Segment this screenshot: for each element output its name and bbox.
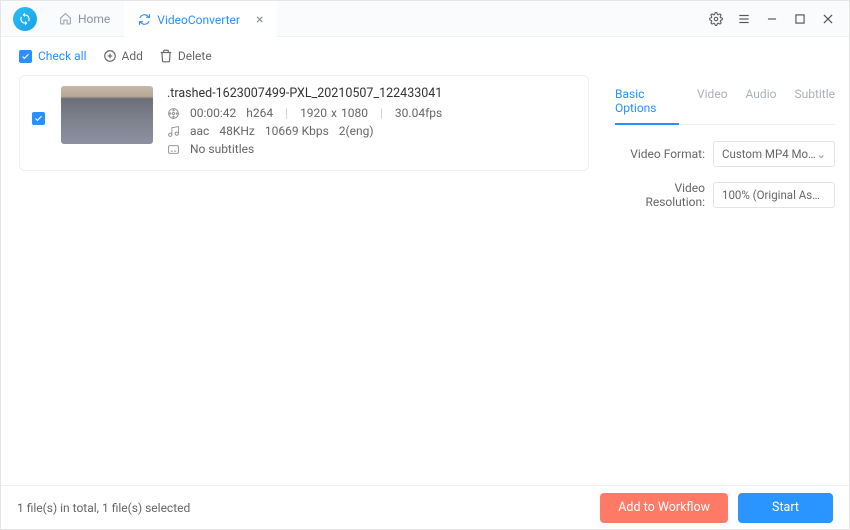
tab-subtitle-options[interactable]: Subtitle — [794, 81, 835, 124]
check-all-checkbox[interactable] — [19, 50, 32, 63]
add-button[interactable]: Add — [103, 49, 143, 63]
file-list: .trashed-1623007499-PXL_20210507_1224330… — [1, 75, 601, 485]
file-codec: h264 — [246, 106, 273, 120]
menu-icon[interactable] — [737, 12, 751, 26]
video-format-label: Video Format: — [615, 147, 705, 161]
options-tabs: Basic Options Video Audio Subtitle — [615, 81, 835, 125]
minimize-icon[interactable] — [765, 12, 779, 26]
video-thumbnail — [61, 86, 153, 144]
app-logo — [13, 7, 37, 31]
trash-icon — [159, 49, 173, 63]
tab-home-label: Home — [78, 12, 110, 26]
file-card[interactable]: .trashed-1623007499-PXL_20210507_1224330… — [19, 75, 589, 171]
video-format-row: Video Format: Custom MP4 Movie(*.... ⌄ — [615, 141, 835, 167]
file-info: .trashed-1623007499-PXL_20210507_1224330… — [167, 86, 576, 160]
tab-basic-options[interactable]: Basic Options — [615, 81, 679, 125]
toolbar: Check all Add Delete — [1, 37, 849, 75]
status-text: 1 file(s) in total, 1 file(s) selected — [17, 501, 190, 515]
check-all-label[interactable]: Check all — [38, 49, 87, 63]
delete-button[interactable]: Delete — [159, 49, 212, 63]
file-checkbox[interactable] — [32, 112, 45, 125]
add-label: Add — [122, 49, 143, 63]
audio-meta-row: aac 48KHz 10669 Kbps 2(eng) — [167, 124, 576, 138]
file-height: 1080 — [341, 106, 368, 120]
delete-label: Delete — [178, 49, 212, 63]
footer: 1 file(s) in total, 1 file(s) selected A… — [1, 485, 849, 529]
tab-video-options[interactable]: Video — [697, 81, 728, 124]
tab-audio-options[interactable]: Audio — [746, 81, 777, 124]
file-width: 1920 — [300, 106, 327, 120]
tab-active-label: VideoConverter — [157, 13, 240, 27]
title-bar: Home VideoConverter × — [1, 1, 849, 37]
subtitle-icon — [167, 143, 180, 156]
music-icon — [167, 125, 180, 138]
video-format-value: Custom MP4 Movie(*.... — [722, 147, 816, 161]
add-to-workflow-button[interactable]: Add to Workflow — [600, 493, 728, 523]
gear-icon[interactable] — [709, 12, 723, 26]
maximize-icon[interactable] — [793, 12, 807, 26]
window-controls — [709, 12, 841, 26]
video-meta-row: 00:00:42 h264 1920x1080 30.04fps — [167, 106, 576, 120]
audio-lang: 2(eng) — [339, 124, 374, 138]
tab-video-converter[interactable]: VideoConverter × — [124, 1, 277, 37]
subtitle-meta-row: No subtitles — [167, 142, 576, 156]
sample-rate: 48KHz — [219, 124, 255, 138]
close-icon[interactable]: × — [256, 12, 263, 28]
audio-codec: aac — [190, 124, 209, 138]
film-icon — [167, 107, 180, 120]
video-resolution-row: Video Resolution: 100% (Original Aspect … — [615, 181, 835, 209]
sync-icon — [138, 13, 151, 26]
video-resolution-select[interactable]: 100% (Original Aspect Ratio) — [713, 182, 835, 208]
file-fps: 30.04fps — [395, 106, 442, 120]
options-panel: Basic Options Video Audio Subtitle Video… — [601, 75, 849, 485]
file-duration: 00:00:42 — [190, 106, 236, 120]
video-resolution-label: Video Resolution: — [615, 181, 705, 209]
bitrate: 10669 Kbps — [265, 124, 329, 138]
file-name: .trashed-1623007499-PXL_20210507_1224330… — [167, 86, 576, 101]
window-close-icon[interactable] — [821, 12, 835, 26]
start-button[interactable]: Start — [738, 493, 833, 523]
video-resolution-value: 100% (Original Aspect Ratio) — [722, 188, 826, 202]
video-format-select[interactable]: Custom MP4 Movie(*.... ⌄ — [713, 141, 835, 167]
plus-circle-icon — [103, 49, 117, 63]
chevron-down-icon: ⌄ — [816, 147, 826, 161]
main-area: .trashed-1623007499-PXL_20210507_1224330… — [1, 75, 849, 485]
home-icon — [59, 12, 72, 25]
subtitle-status: No subtitles — [190, 142, 254, 156]
tab-home[interactable]: Home — [45, 1, 124, 37]
footer-actions: Add to Workflow Start — [600, 493, 833, 523]
refresh-icon — [18, 12, 32, 26]
